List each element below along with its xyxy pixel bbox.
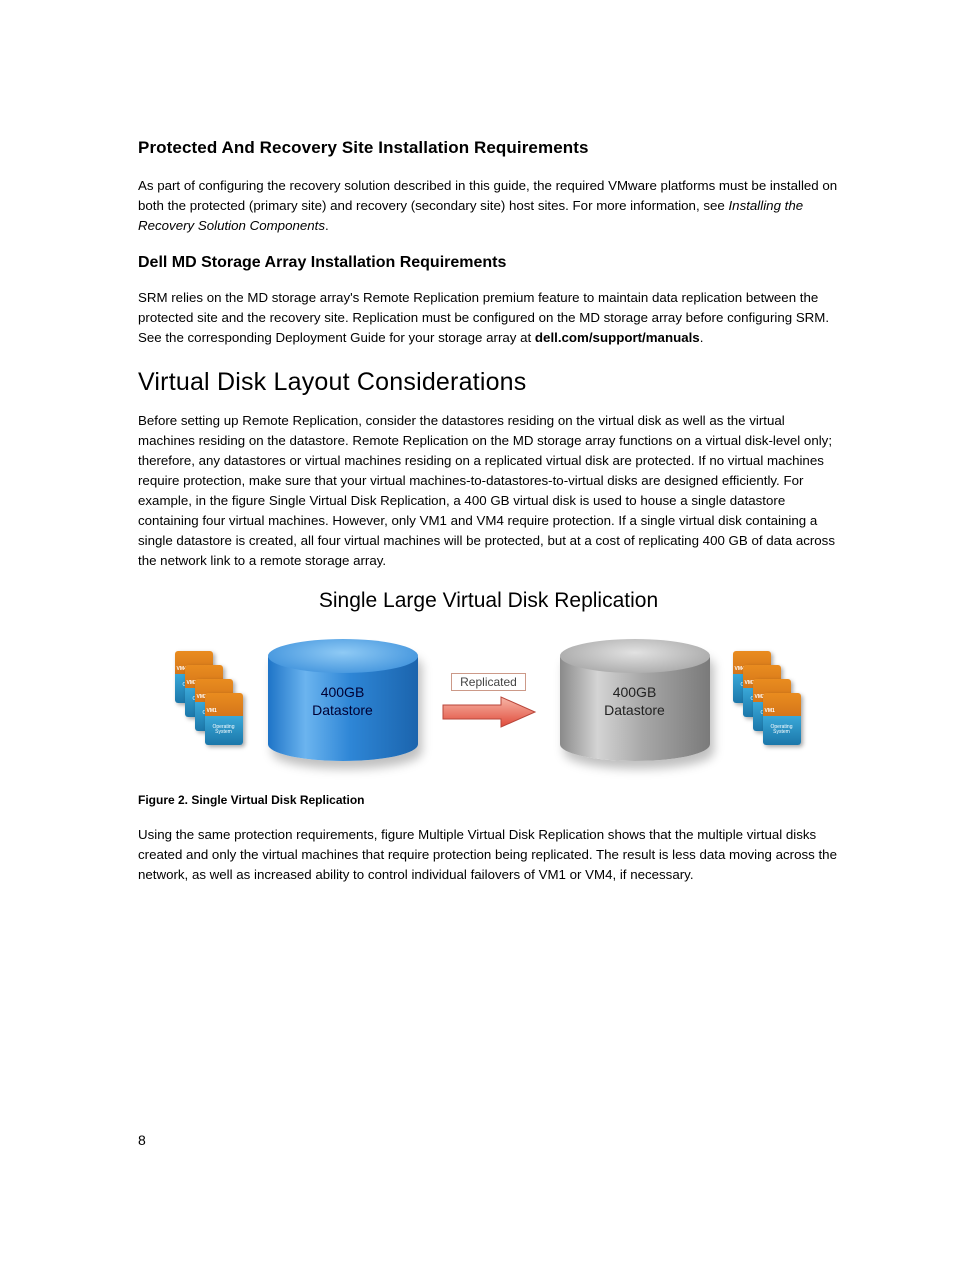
arrow-icon [441,695,537,729]
cylinder-target: 400GB Datastore [555,631,715,771]
vm-os-label: Operating System [763,716,801,745]
figure-row: VM4Operating System VM3Operating System … [138,631,839,771]
paragraph-dell-md: SRM relies on the MD storage array's Rem… [138,288,839,348]
paragraph-intro: As part of configuring the recovery solu… [138,176,839,236]
figure-caption: Figure 2. Single Virtual Disk Replicatio… [138,793,839,807]
vm-card: VM1Operating System [205,693,243,745]
figure-single-large-replication: Single Large Virtual Disk Replication VM… [138,589,839,807]
text: . [325,218,329,233]
cylinder-label: Datastore [604,701,665,719]
cylinder-body: 400GB Datastore [268,641,418,761]
cylinder-size: 400GB [321,683,365,701]
cylinder-top [560,639,710,673]
vm-os-label: Operating System [205,716,243,745]
heading-virtual-disk-layout: Virtual Disk Layout Considerations [138,368,839,397]
cylinder-size: 400GB [613,683,657,701]
heading-dell-md: Dell MD Storage Array Installation Requi… [138,254,839,272]
arrow-replicated: Replicated [441,673,537,729]
paragraph-followup: Using the same protection requirements, … [138,825,839,885]
vm-stack-right: VM4Operating System VM3Operating System … [733,651,803,751]
cylinder-body: 400GB Datastore [560,641,710,761]
arrow-label: Replicated [451,673,526,691]
cylinder-top [268,639,418,673]
vm-card: VM1Operating System [763,693,801,745]
figure-title: Single Large Virtual Disk Replication [138,589,839,613]
page-number: 8 [138,1132,146,1148]
vm-label: VM1 [205,693,243,716]
cylinder-label: Datastore [312,701,373,719]
vm-stack-left: VM4Operating System VM3Operating System … [175,651,245,751]
vm-label: VM1 [763,693,801,716]
text-bold-link: dell.com/support/manuals [535,330,700,345]
text: SRM relies on the MD storage array's Rem… [138,290,829,345]
paragraph-considerations: Before setting up Remote Replication, co… [138,411,839,571]
cylinder-source: 400GB Datastore [263,631,423,771]
heading-protected-recovery: Protected And Recovery Site Installation… [138,138,839,158]
text: . [700,330,704,345]
